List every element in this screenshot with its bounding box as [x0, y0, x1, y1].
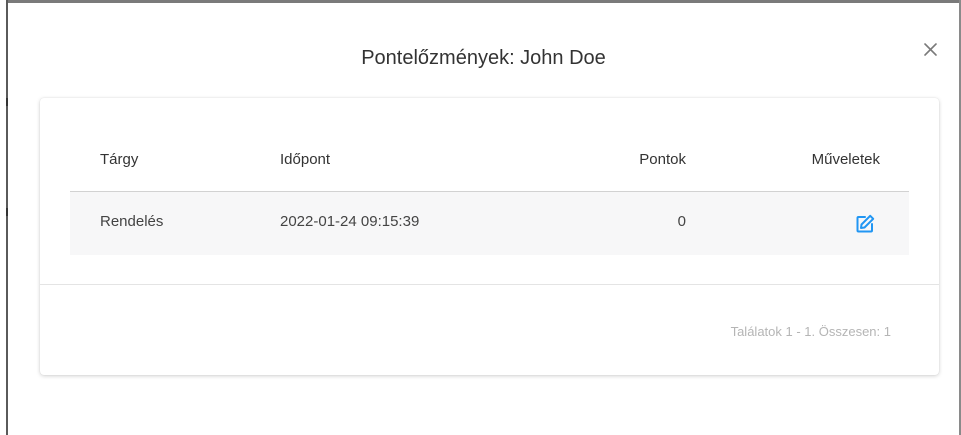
card-footer-divider: [40, 284, 939, 285]
column-header-points[interactable]: Pontok: [630, 151, 686, 168]
modal-title: Pontelőzmények: John Doe: [361, 47, 606, 69]
column-header-time[interactable]: Időpont: [280, 151, 330, 168]
cell-time: 2022-01-24 09:15:39: [280, 213, 420, 230]
pagination-info: Találatok 1 - 1. Összesen: 1: [730, 324, 891, 339]
edit-icon: [856, 214, 875, 233]
close-icon: [924, 43, 937, 56]
column-header-subject[interactable]: Tárgy: [100, 151, 138, 168]
table-row: Rendelés 2022-01-24 09:15:39 0: [70, 192, 909, 255]
column-header-actions: Műveletek: [811, 151, 880, 168]
edit-button[interactable]: [854, 213, 876, 235]
window-frame: Pontelőzmények: John Doe Tárgy Időpont P…: [0, 0, 961, 435]
table-header: Tárgy Időpont Pontok Műveletek: [70, 134, 909, 192]
close-button[interactable]: [919, 38, 943, 62]
cell-points: 0: [677, 213, 686, 230]
points-history-modal: Pontelőzmények: John Doe Tárgy Időpont P…: [8, 3, 959, 435]
history-table: Tárgy Időpont Pontok Műveletek Rendelés …: [70, 134, 909, 255]
cell-subject: Rendelés: [100, 213, 164, 230]
history-card: Tárgy Időpont Pontok Műveletek Rendelés …: [40, 98, 939, 375]
